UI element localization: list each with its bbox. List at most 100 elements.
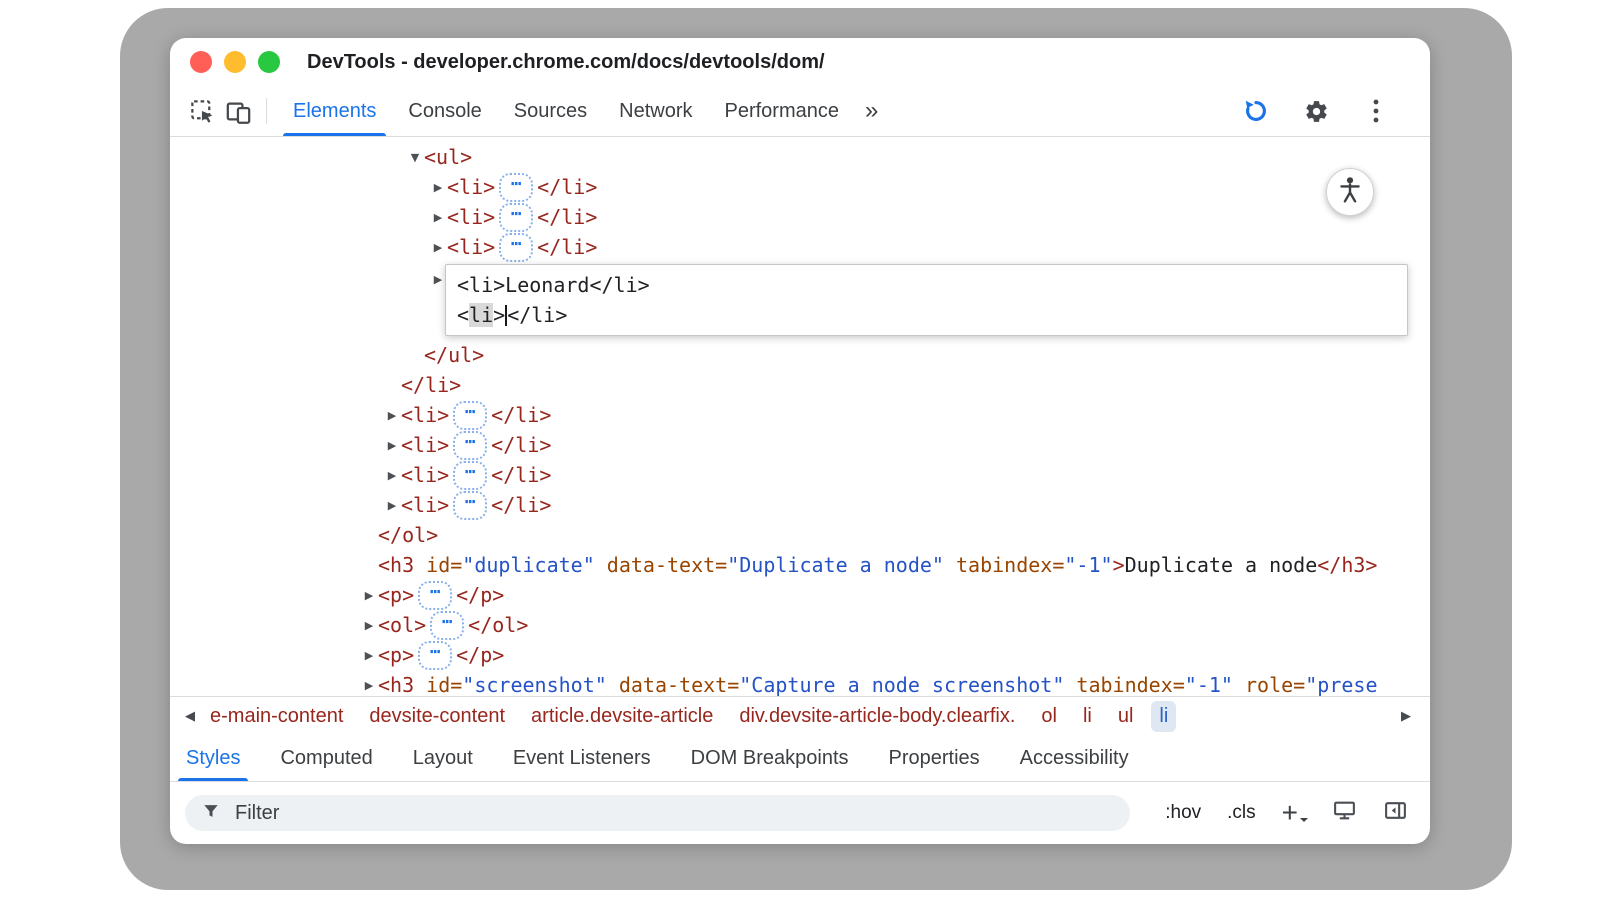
dom-tree-row[interactable]: ▶<ol>⋯</ol>: [170, 610, 1430, 640]
tag-token: <h3: [378, 553, 414, 577]
devtools-toolbar: ElementsConsoleSourcesNetworkPerformance…: [170, 86, 1430, 137]
expand-arrow-icon[interactable]: ▶: [429, 181, 447, 194]
tab-sources[interactable]: Sources: [498, 86, 603, 136]
dom-tree-row[interactable]: ▶<li>Leonard</li><li></li>: [170, 262, 1430, 340]
inspect-icon[interactable]: [184, 93, 220, 129]
tag-token: </li>: [537, 205, 597, 229]
sidebar-toggle-icon[interactable]: [1383, 798, 1408, 828]
toolbar-divider: [266, 98, 267, 124]
tab-console[interactable]: Console: [392, 86, 497, 136]
breadcrumb-item[interactable]: li: [1075, 701, 1100, 732]
styles-filter-pill[interactable]: [185, 795, 1130, 831]
expand-arrow-icon[interactable]: ▶: [360, 649, 378, 662]
dom-tree-row[interactable]: ▶<li>⋯</li>: [170, 202, 1430, 232]
panel-tab-computed[interactable]: Computed: [264, 735, 388, 781]
expand-inline-button[interactable]: ⋯: [453, 461, 487, 490]
dom-tree-row[interactable]: <h3 id="duplicate" data-text="Duplicate …: [170, 550, 1430, 580]
dom-tree-row[interactable]: ▶<li>⋯</li>: [170, 490, 1430, 520]
tag-token: <li>: [401, 433, 449, 457]
tab-elements[interactable]: Elements: [277, 86, 392, 136]
breadcrumb-item[interactable]: ul: [1110, 701, 1142, 732]
expand-inline-button[interactable]: ⋯: [499, 173, 533, 202]
inline-edit-box[interactable]: <li>Leonard</li> <li></li>: [445, 264, 1408, 336]
expand-arrow-icon[interactable]: ▶: [383, 409, 401, 422]
dom-tree-row[interactable]: </li>: [170, 370, 1430, 400]
tab-network[interactable]: Network: [603, 86, 708, 136]
tag-token: </li>: [537, 235, 597, 259]
more-tabs-icon[interactable]: »: [855, 86, 888, 136]
dom-tree-row[interactable]: ▶<li>⋯</li>: [170, 172, 1430, 202]
breadcrumb-item[interactable]: li: [1151, 701, 1176, 732]
close-button[interactable]: [190, 51, 212, 73]
tag-token: <ul>: [424, 145, 472, 169]
panel-tab-properties[interactable]: Properties: [873, 735, 996, 781]
device-toolbar-icon[interactable]: [220, 93, 256, 129]
expand-arrow-icon[interactable]: ▶: [360, 619, 378, 632]
expand-arrow-icon[interactable]: ▶: [383, 469, 401, 482]
attribute-value: "Duplicate a node": [727, 553, 944, 577]
attribute-name: data-text=: [607, 553, 727, 577]
new-style-rule-button[interactable]: +: [1282, 799, 1306, 827]
dom-tree-row[interactable]: </ol>: [170, 520, 1430, 550]
dom-tree-row[interactable]: ▶<li>⋯</li>: [170, 430, 1430, 460]
panel-tab-styles[interactable]: Styles: [170, 735, 256, 781]
breadcrumb-item[interactable]: devsite-content: [361, 701, 513, 732]
dom-tree-row[interactable]: ▶<p>⋯</p>: [170, 580, 1430, 610]
refresh-icon[interactable]: [1238, 93, 1274, 129]
breadcrumb-bar: ◀ e-main-content devsite-content article.d…: [170, 696, 1430, 735]
tag-token: </li>: [491, 433, 551, 457]
dom-tree-row[interactable]: ▼<ul>: [170, 142, 1430, 172]
expand-inline-button[interactable]: ⋯: [418, 581, 452, 610]
text-token: </li>: [507, 303, 567, 327]
tag-token: <li>: [401, 493, 449, 517]
attribute-name: role=: [1245, 673, 1305, 696]
dom-tree-row[interactable]: ▶<li>⋯</li>: [170, 400, 1430, 430]
expand-arrow-icon[interactable]: ▶: [360, 679, 378, 692]
more-options-icon[interactable]: [1358, 93, 1394, 129]
expand-arrow-icon[interactable]: ▶: [429, 211, 447, 224]
expand-inline-button[interactable]: ⋯: [499, 203, 533, 232]
breadcrumb-item[interactable]: ol: [1033, 701, 1065, 732]
expand-inline-button[interactable]: ⋯: [453, 491, 487, 520]
dom-tree-row[interactable]: ▶<h3 id="screenshot" data-text="Capture …: [170, 670, 1430, 696]
dom-tree-row[interactable]: ▶<p>⋯</p>: [170, 640, 1430, 670]
expand-arrow-icon[interactable]: ▶: [383, 499, 401, 512]
tag-token: <ol>: [378, 613, 426, 637]
panel-tab-layout[interactable]: Layout: [397, 735, 489, 781]
breadcrumb-scroll-right-icon[interactable]: ▶: [1394, 708, 1418, 724]
expand-inline-button[interactable]: ⋯: [453, 401, 487, 430]
dom-tree-row[interactable]: </ul>: [170, 340, 1430, 370]
edit-box-line: <li></li>: [457, 300, 1396, 330]
styles-filter-input[interactable]: [233, 801, 1114, 826]
tag-token: <li>: [401, 403, 449, 427]
expand-arrow-icon[interactable]: ▶: [360, 589, 378, 602]
expand-inline-button[interactable]: ⋯: [499, 233, 533, 262]
tag-token: <p>: [378, 643, 414, 667]
settings-gear-icon[interactable]: [1298, 93, 1334, 129]
rendering-emulation-icon[interactable]: [1332, 798, 1357, 828]
breadcrumb-scroll-left-icon[interactable]: ◀: [178, 708, 202, 724]
dom-tree-row[interactable]: ▶<li>⋯</li>: [170, 460, 1430, 490]
panel-tab-dom-breakpoints[interactable]: DOM Breakpoints: [675, 735, 865, 781]
tag-token: <li>: [447, 175, 495, 199]
panel-tab-accessibility[interactable]: Accessibility: [1004, 735, 1145, 781]
text-token: <li>Leonard</li>: [457, 273, 650, 297]
element-classes-button[interactable]: .cls: [1227, 802, 1256, 824]
expand-inline-button[interactable]: ⋯: [430, 611, 464, 640]
minimize-button[interactable]: [224, 51, 246, 73]
toggle-element-state-button[interactable]: :hov: [1165, 802, 1201, 824]
tag-token: </li>: [401, 373, 461, 397]
panel-tab-event-listeners[interactable]: Event Listeners: [497, 735, 667, 781]
expand-inline-button[interactable]: ⋯: [453, 431, 487, 460]
breadcrumb-item[interactable]: article.devsite-article: [523, 701, 721, 732]
zoom-button[interactable]: [258, 51, 280, 73]
expand-arrow-icon[interactable]: ▶: [429, 241, 447, 254]
breadcrumb-item[interactable]: e-main-content: [202, 701, 351, 732]
dom-tree-row[interactable]: ▶<li>⋯</li>: [170, 232, 1430, 262]
breadcrumb-item[interactable]: div.devsite-article-body.clearfix.: [731, 701, 1023, 732]
expand-arrow-icon[interactable]: ▶: [383, 439, 401, 452]
tab-performance[interactable]: Performance: [709, 86, 856, 136]
expand-inline-button[interactable]: ⋯: [418, 641, 452, 670]
accessibility-overlay-button[interactable]: [1326, 168, 1374, 216]
expand-arrow-icon[interactable]: ▼: [406, 151, 424, 164]
